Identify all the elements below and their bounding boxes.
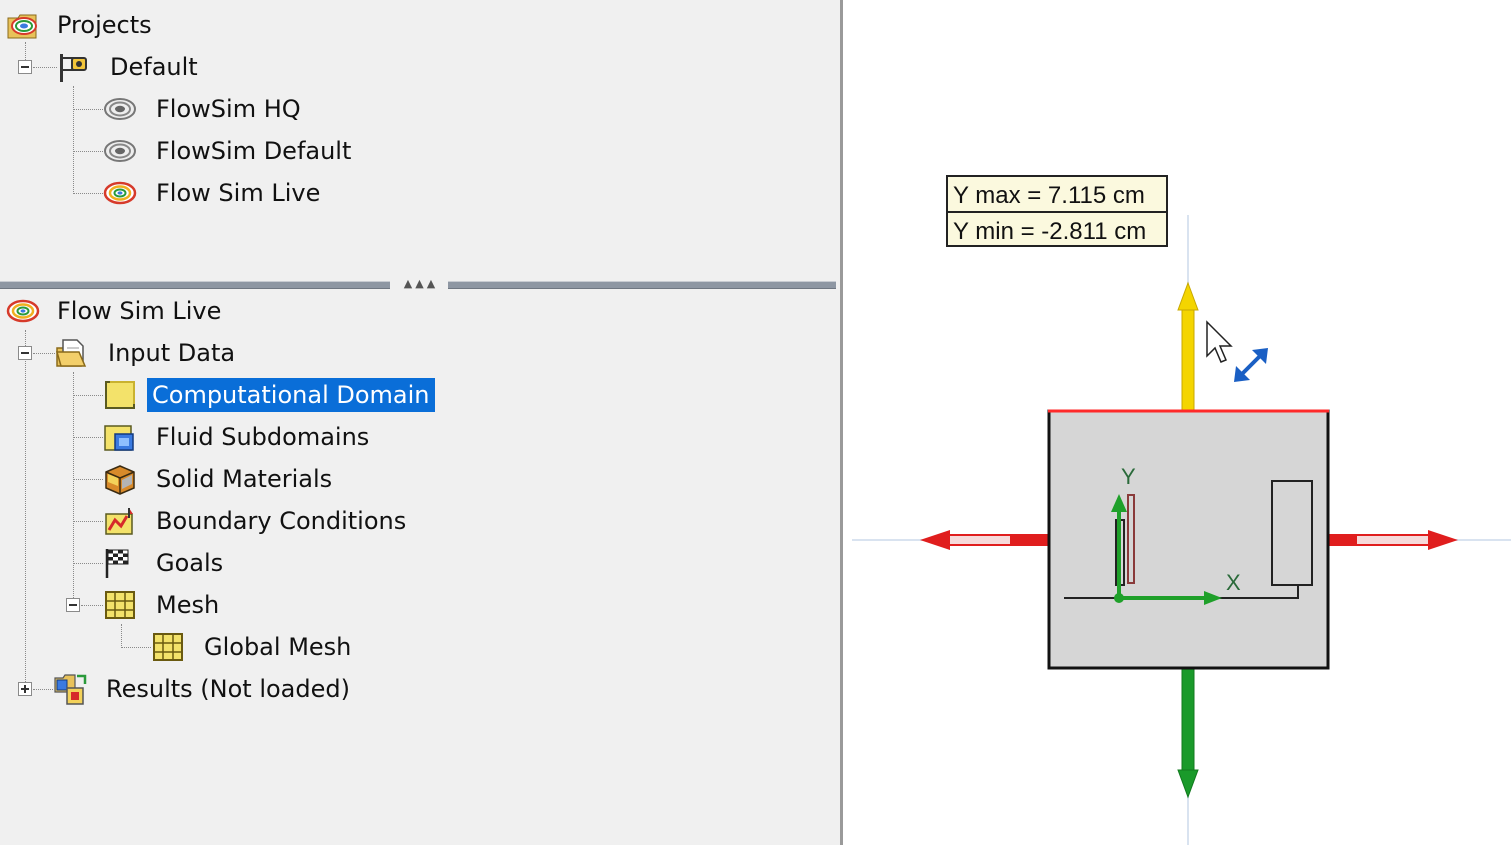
tree-item-solid-materials[interactable]: Solid Materials xyxy=(103,461,337,497)
tree-connector xyxy=(73,151,103,152)
tree-item-label: Input Data xyxy=(108,339,236,367)
projects-icon xyxy=(7,14,37,39)
tree-item-label: Solid Materials xyxy=(156,465,333,493)
graphics-viewport[interactable]: Y X xyxy=(843,0,1511,845)
project-gray-icon xyxy=(104,140,136,162)
x-axis-label: X xyxy=(1226,570,1241,595)
collapse-toggle[interactable] xyxy=(66,598,80,612)
tree-connector xyxy=(73,193,103,194)
input-data-icon xyxy=(56,339,87,367)
splitter-grip-icon[interactable]: ▲▲▲ xyxy=(394,278,448,291)
splitter-bar xyxy=(0,281,390,289)
results-icon xyxy=(54,674,87,705)
tree-item-label: Flow Sim Live xyxy=(57,297,222,325)
y-max-value: Y max = 7.115 cm xyxy=(953,182,1145,209)
tree-item-global-mesh[interactable]: Global Mesh xyxy=(151,629,356,665)
tree-connector xyxy=(25,330,26,690)
solid-materials-icon xyxy=(105,465,135,495)
tree-item-flowsim-default[interactable]: FlowSim Default xyxy=(103,133,356,169)
project-color-icon xyxy=(6,299,40,323)
tree-connector xyxy=(121,647,151,648)
pane-splitter[interactable]: ▲▲▲ xyxy=(0,278,836,291)
tree-item-label: Flow Sim Live xyxy=(156,179,321,207)
feature-tree-panel: Projects Default FlowSim HQ FlowSim Defa… xyxy=(0,0,840,845)
tree-connector xyxy=(33,689,53,690)
computational-domain-box[interactable] xyxy=(1047,409,1330,670)
tree-item-default[interactable]: Default xyxy=(57,49,203,85)
tree-connector xyxy=(73,395,103,396)
tree-item-label: Default xyxy=(110,53,198,81)
y-axis-label: Y xyxy=(1121,464,1136,489)
boundary-conditions-icon xyxy=(105,508,133,535)
tree-item-label: Projects xyxy=(57,11,152,39)
mesh-icon xyxy=(105,591,135,619)
tree-connector xyxy=(121,624,122,648)
computational-domain-icon xyxy=(105,381,135,409)
tree-connector xyxy=(73,437,103,438)
tree-connector xyxy=(33,353,55,354)
tree-item-label: Fluid Subdomains xyxy=(156,423,370,451)
mouse-cursor-icon xyxy=(1206,320,1233,363)
tree-connector xyxy=(73,109,103,110)
tree-connector xyxy=(73,86,74,194)
tree-item-flow-sim-live[interactable]: Flow Sim Live xyxy=(103,175,325,211)
configuration-icon xyxy=(60,54,87,82)
tree-connector xyxy=(25,42,26,62)
resize-diagonal-icon xyxy=(1234,348,1268,382)
tree-item-fluid-subdomains[interactable]: Fluid Subdomains xyxy=(103,419,374,455)
tree-item-label: Computational Domain xyxy=(147,378,435,412)
goals-icon xyxy=(105,549,129,578)
tree-item-results[interactable]: Results (Not loaded) xyxy=(53,671,355,707)
y-min-drag-arrow[interactable] xyxy=(1177,668,1199,799)
x-min-drag-arrow[interactable] xyxy=(920,530,1050,550)
x-max-drag-arrow[interactable] xyxy=(1328,530,1458,550)
tree-item-label: Global Mesh xyxy=(204,633,352,661)
tree-connector xyxy=(81,605,103,606)
y-min-value: Y min = -2.811 cm xyxy=(948,211,1166,245)
expand-toggle[interactable] xyxy=(18,682,32,696)
project-color-icon xyxy=(103,181,137,205)
tree-item-boundary-conditions[interactable]: Boundary Conditions xyxy=(103,503,411,539)
tree-item-goals[interactable]: Goals xyxy=(103,545,228,581)
tree-item-flowsim-hq[interactable]: FlowSim HQ xyxy=(103,91,306,127)
tree-item-label: Mesh xyxy=(156,591,220,619)
tree-connector xyxy=(73,563,103,564)
domain-size-tooltip: Y max = 7.115 cm Y min = -2.811 cm xyxy=(946,175,1168,247)
tree-connector xyxy=(73,521,103,522)
tree-item-label: FlowSim HQ xyxy=(156,95,301,123)
collapse-toggle[interactable] xyxy=(18,60,32,74)
tree-item-label: FlowSim Default xyxy=(156,137,352,165)
tree-item-input-data[interactable]: Input Data xyxy=(55,335,240,371)
project-gray-icon xyxy=(104,98,136,120)
collapse-toggle[interactable] xyxy=(18,346,32,360)
tree-item-mesh[interactable]: Mesh xyxy=(103,587,224,623)
tree-item-label: Boundary Conditions xyxy=(156,507,407,535)
tree-item-label: Results (Not loaded) xyxy=(106,675,350,703)
tree-item-label: Goals xyxy=(156,549,224,577)
tree-connector xyxy=(73,479,103,480)
tree-item-computational-domain[interactable]: Computational Domain xyxy=(103,377,435,413)
tree-item-flow-sim-live-root[interactable]: Flow Sim Live xyxy=(6,293,226,329)
y-max-drag-arrow[interactable] xyxy=(1177,281,1199,411)
splitter-bar xyxy=(448,281,836,289)
tree-connector xyxy=(73,372,74,606)
tree-connector xyxy=(33,67,57,68)
tree-item-projects[interactable]: Projects xyxy=(6,7,157,43)
mesh-icon xyxy=(153,633,183,661)
fluid-subdomains-icon xyxy=(104,425,134,451)
